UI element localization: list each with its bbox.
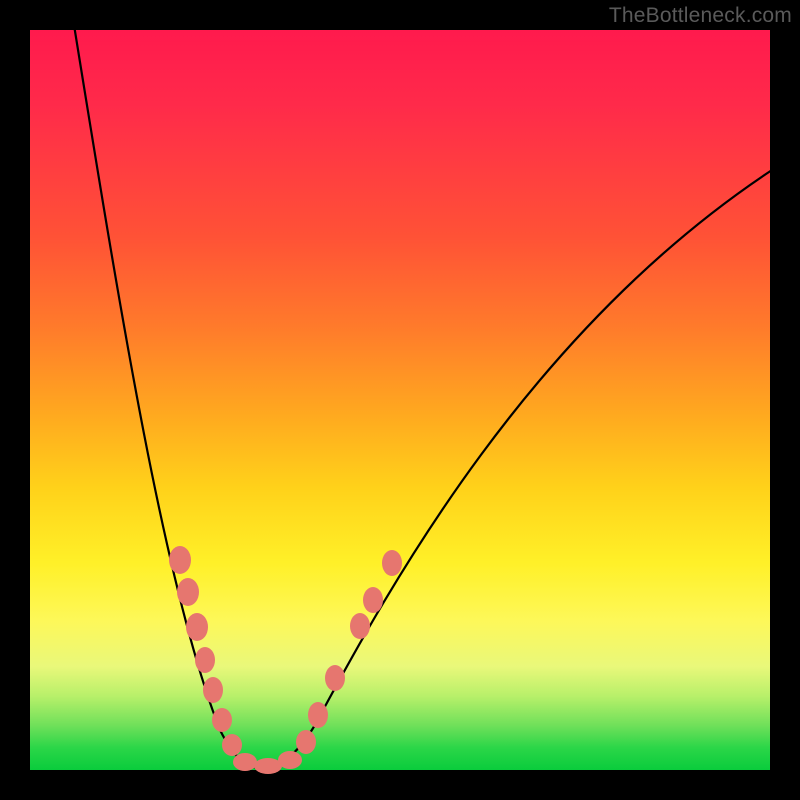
curve-layer (30, 30, 770, 770)
bead-marker (203, 677, 223, 703)
bead-marker (308, 702, 328, 728)
bead-marker (363, 587, 383, 613)
bead-marker (233, 753, 257, 771)
bead-marker (177, 578, 199, 606)
bead-marker (169, 546, 191, 574)
bead-group (169, 546, 402, 774)
bead-marker (186, 613, 208, 641)
bead-marker (382, 550, 402, 576)
bead-marker (195, 647, 215, 673)
bead-marker (296, 730, 316, 754)
bead-marker (222, 734, 242, 756)
chart-stage: TheBottleneck.com (0, 0, 800, 800)
plot-area (30, 30, 770, 770)
bead-marker (212, 708, 232, 732)
bead-marker (350, 613, 370, 639)
left-curve (74, 25, 260, 768)
bead-marker (254, 758, 282, 774)
bead-marker (325, 665, 345, 691)
watermark-label: TheBottleneck.com (609, 4, 792, 28)
bead-marker (278, 751, 302, 769)
